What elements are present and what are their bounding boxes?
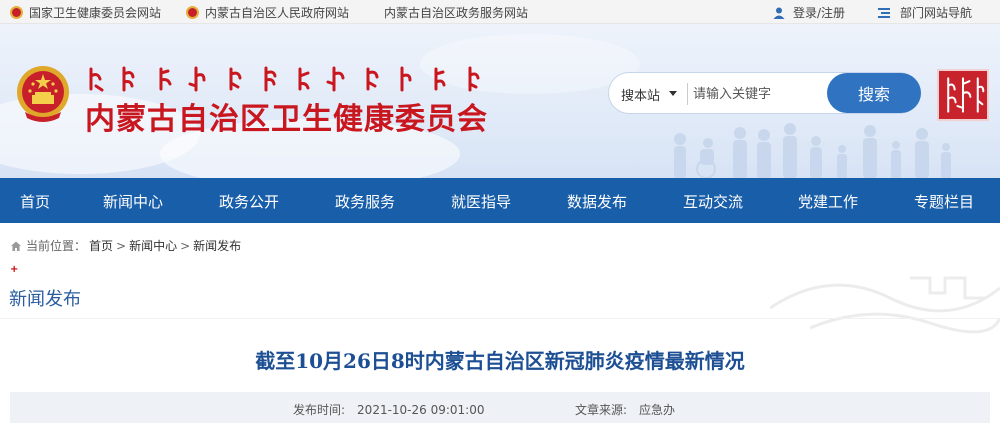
nav-item-party[interactable]: 党建工作 — [798, 191, 858, 212]
link-nmg-gov[interactable]: 内蒙古自治区人民政府网站 — [186, 4, 349, 21]
site-title[interactable]: 内蒙古自治区卫生健康委员会 — [85, 94, 488, 138]
national-emblem-icon — [186, 6, 199, 19]
publish-info: 发布时间: 2021-10-26 09:01:00 — [293, 401, 485, 418]
decorative-pattern — [770, 276, 1000, 334]
user-icon — [773, 7, 785, 19]
section-marker: + — [10, 264, 19, 275]
link-gov-service[interactable]: 内蒙古自治区政务服务网站 — [384, 4, 528, 21]
article-source: 应急办 — [639, 403, 676, 417]
breadcrumb-separator: > — [116, 238, 127, 253]
people-silhouette-illustration — [674, 123, 951, 178]
national-emblem-icon — [10, 6, 23, 19]
search-scope-select[interactable]: 搜本站 — [621, 85, 660, 104]
nav-item-interaction[interactable]: 互动交流 — [683, 191, 743, 212]
nav-item-news[interactable]: 新闻中心 — [103, 191, 163, 212]
publish-time: 2021-10-26 09:01:00 — [357, 403, 485, 417]
home-icon — [11, 241, 21, 251]
login-label: 登录/注册 — [793, 6, 846, 20]
search-box: 搜本站 搜索 — [608, 72, 921, 114]
nav-item-gov-affairs[interactable]: 政务公开 — [219, 191, 279, 212]
breadcrumb-separator: > — [180, 238, 191, 253]
dept-nav-label: 部门网站导航 — [900, 6, 973, 20]
nav-item-gov-service[interactable]: 政务服务 — [335, 191, 395, 212]
link-nhc[interactable]: 国家卫生健康委员会网站 — [10, 4, 161, 21]
breadcrumb-label: 当前位置： — [26, 239, 87, 253]
search-input[interactable] — [693, 82, 823, 106]
divider — [0, 318, 1000, 319]
main-nav: 首页 新闻中心 政务公开 政务服务 就医指导 数据发布 互动交流 党建工作 专题… — [0, 178, 1000, 223]
search-divider — [687, 83, 688, 105]
breadcrumb-home[interactable]: 首页 — [89, 237, 113, 254]
section-title: 新闻发布 — [9, 289, 81, 310]
article-meta-bar: 发布时间: 2021-10-26 09:01:00 文章来源: 应急办 — [10, 392, 990, 423]
breadcrumb: 当前位置： 首页 > 新闻中心 > 新闻发布 — [10, 237, 244, 254]
login-link[interactable]: 登录/注册 — [773, 4, 845, 21]
dept-nav-link[interactable]: 部门网站导航 — [878, 4, 972, 21]
mongolian-script-logo — [89, 66, 480, 92]
link-nmg-gov-label: 内蒙古自治区人民政府网站 — [205, 6, 350, 20]
site-header: 内蒙古自治区卫生健康委员会 搜本站 搜索 — [0, 24, 1000, 178]
national-emblem-logo[interactable] — [15, 64, 71, 124]
source-info: 文章来源: 应急办 — [575, 401, 675, 418]
search-button[interactable]: 搜索 — [827, 73, 921, 113]
top-utility-bar: 国家卫生健康委员会网站 内蒙古自治区人民政府网站 内蒙古自治区政务服务网站 登录… — [0, 0, 1000, 24]
nav-item-data-release[interactable]: 数据发布 — [567, 191, 627, 212]
publish-time-label: 发布时间: — [293, 403, 346, 417]
nav-item-medical-guide[interactable]: 就医指导 — [451, 191, 511, 212]
nav-item-topics[interactable]: 专题栏目 — [914, 191, 974, 212]
breadcrumb-news[interactable]: 新闻中心 — [129, 237, 177, 254]
article-title: 截至10月26日8时内蒙古自治区新冠肺炎疫情最新情况 — [255, 349, 745, 373]
menu-list-icon — [878, 7, 890, 18]
mongolian-seal-logo — [937, 69, 989, 121]
link-nhc-label: 国家卫生健康委员会网站 — [29, 6, 162, 20]
nav-item-home[interactable]: 首页 — [20, 191, 50, 212]
breadcrumb-news-release[interactable]: 新闻发布 — [193, 237, 241, 254]
link-gov-service-label: 内蒙古自治区政务服务网站 — [384, 6, 529, 20]
source-label: 文章来源: — [575, 403, 628, 417]
chevron-down-icon[interactable] — [669, 91, 677, 96]
